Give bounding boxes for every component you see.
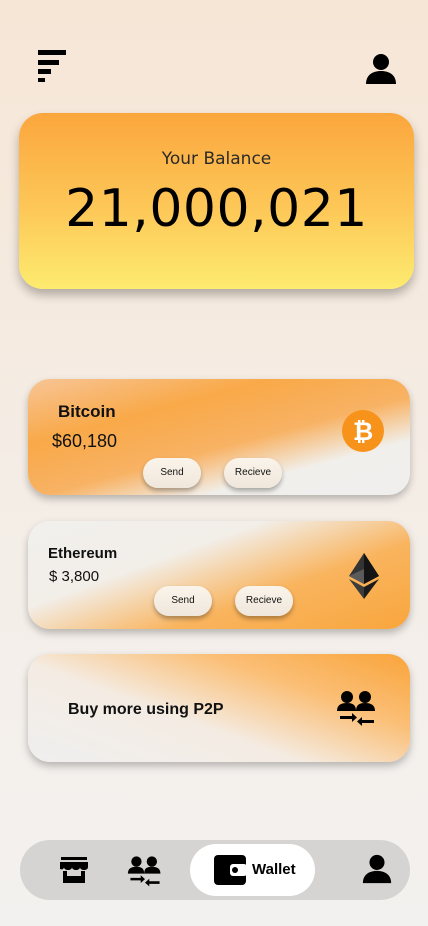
send-button[interactable]: Send xyxy=(143,458,201,488)
receive-button[interactable]: Recieve xyxy=(235,586,293,616)
top-bar xyxy=(0,0,428,110)
ethereum-card[interactable]: Ethereum $ 3,800 Send Recieve xyxy=(28,521,410,629)
profile-icon[interactable] xyxy=(361,853,393,885)
ethereum-icon xyxy=(349,553,379,599)
nav-active-label: Wallet xyxy=(252,861,296,878)
bottom-nav: Wallet xyxy=(20,840,410,900)
balance-label: Your Balance xyxy=(161,149,272,169)
p2p-exchange-icon[interactable] xyxy=(127,855,163,887)
buy-p2p-card[interactable]: Buy more using P2P xyxy=(28,654,410,762)
coin-name: Ethereum xyxy=(48,545,118,562)
wallet-icon xyxy=(213,854,247,886)
store-icon[interactable] xyxy=(60,856,88,884)
bitcoin-icon: ₿ xyxy=(341,409,385,453)
coin-price: $ 3,800 xyxy=(49,568,100,585)
coin-name: Bitcoin xyxy=(58,402,116,421)
profile-icon[interactable] xyxy=(364,52,398,86)
svg-text:₿: ₿ xyxy=(353,417,373,446)
coin-price: $60,180 xyxy=(52,431,118,451)
balance-value: 21,000,021 xyxy=(65,179,368,239)
menu-icon[interactable] xyxy=(36,50,68,84)
balance-card: Your Balance 21,000,021 xyxy=(19,113,414,289)
p2p-exchange-icon xyxy=(336,690,378,726)
p2p-label: Buy more using P2P xyxy=(68,701,224,718)
send-button[interactable]: Send xyxy=(154,586,212,616)
receive-button[interactable]: Recieve xyxy=(224,458,282,488)
nav-wallet-tab[interactable]: Wallet xyxy=(190,844,315,896)
bitcoin-card[interactable]: Bitcoin $60,180 Send Recieve ₿ xyxy=(28,379,410,495)
